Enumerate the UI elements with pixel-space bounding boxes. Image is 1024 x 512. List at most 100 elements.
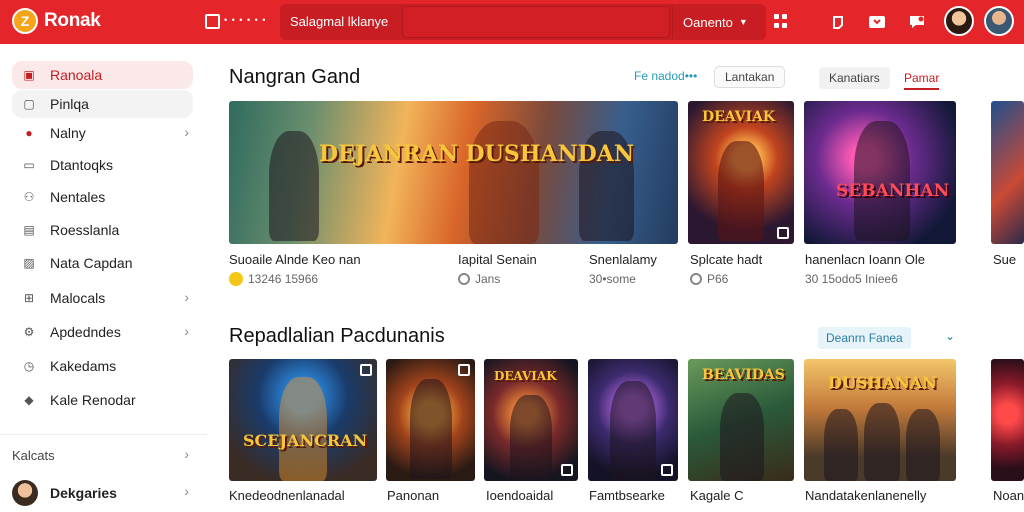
game-card[interactable]: DUSHANAN [804,359,956,481]
game-card-caption[interactable]: Suoaile Alnde Keo nan [229,252,361,267]
document-icon: ▤ [23,223,35,237]
sidebar-item-1[interactable]: ▢ Pinlqa [12,90,193,118]
search-input[interactable] [402,6,670,38]
sidebar: ▣ Ranoala ▢ Pinlqa ● Nalny › ▭ Dtantoqks… [0,44,207,512]
section1-filter-link[interactable]: Fe nadod••• [634,69,697,83]
sidebar-item-label: Dtantoqks [50,157,114,173]
game-card-caption[interactable]: Snenlalamy [589,252,657,267]
game-card-hero[interactable]: DEJANRAN DUSHANDAN [229,101,678,244]
game-card-caption[interactable]: Kagale C [690,488,743,503]
search-category-value: Oanento [683,14,733,30]
game-card-caption[interactable]: Knedeodnenlanadal [229,488,345,503]
corner-icon [360,364,372,376]
sidebar-item-8[interactable]: ⚙ Apdedndes › [12,318,193,346]
clock-icon [690,273,702,285]
sidebar-user[interactable]: Dekgaries › [12,478,193,508]
game-card-meta: 13246 15966 [229,272,318,286]
search-category-select[interactable]: Oanento ▼ [672,6,762,38]
game-card[interactable]: BEAVIDAS [688,359,794,481]
monitor-icon: ▭ [23,158,35,172]
game-card-partial[interactable] [991,101,1024,244]
game-card-title-art: DEJANRAN DUSHANDAN [319,141,634,167]
sidebar-item-2[interactable]: ● Nalny › [12,119,193,147]
home-icon: ▣ [23,68,35,82]
sidebar-user-avatar [12,480,38,506]
sidebar-item-10[interactable]: ◆ Kale Renodar [12,386,193,414]
game-card-title-art: DEAVIAK [494,369,557,383]
game-card[interactable]: SCEJANCRAN [229,359,377,481]
corner-icon [777,227,789,239]
sidebar-footer[interactable]: Kalcats › [12,446,193,463]
game-card-caption[interactable]: Sue [993,252,1016,267]
sidebar-divider [0,434,207,435]
section1-title: Nangran Gand [229,66,361,88]
sidebar-item-4[interactable]: ⚇ Nentales [12,183,193,211]
game-card-title-art: BEAVIDAS [702,367,785,383]
search-label: Salagmal lklanye [290,14,389,29]
image-icon: ▨ [23,256,35,270]
game-card[interactable]: DEAVIAK [688,101,794,244]
sidebar-item-5[interactable]: ▤ Roesslanla [12,216,193,244]
sidebar-item-label: Nalny [50,125,86,141]
game-card-title-art: DEAVIAK [702,109,776,125]
game-card-caption[interactable]: Panonan [387,488,439,503]
app-logo[interactable]: Z Ronak [12,8,101,34]
tab-section1-active[interactable]: Pamar [904,71,940,90]
game-card-caption[interactable]: Nandatakenlanenelly [805,488,926,503]
notifications-icon[interactable] [825,9,851,35]
game-card[interactable]: SEBANHAN [804,101,956,244]
messages-icon[interactable] [864,9,890,35]
tab-section1-gray[interactable]: Kanatiars [819,67,890,89]
game-card-partial[interactable] [991,359,1024,481]
sidebar-item-7[interactable]: ⊞ Malocals › [12,284,193,312]
game-card[interactable]: DEAVIAK [484,359,578,481]
game-card-meta-text: P66 [707,272,729,286]
sidebar-item-3[interactable]: ▭ Dtantoqks [12,151,193,179]
sidebar-item-6[interactable]: ▨ Nata Capdan [12,249,193,277]
chat-icon[interactable] [904,9,930,35]
game-card-caption[interactable]: Iapital Senain [458,252,537,267]
chevron-right-icon: › [184,124,189,140]
clock-icon: ◷ [23,359,35,373]
chevron-down-icon[interactable]: ⌄ [945,329,955,343]
chevron-down-icon: ▼ [738,17,748,27]
game-card-meta: Jans [458,272,500,286]
apps-grid-icon[interactable] [774,14,788,28]
game-card-meta-text: Jans [475,272,501,286]
section1-pill-button[interactable]: Lantakan [714,66,786,88]
corner-icon [458,364,470,376]
game-card-caption[interactable]: hanenlacn Ioann Ole [805,252,925,267]
game-card-caption[interactable]: Splcate hadt [690,252,762,267]
game-card[interactable] [386,359,475,481]
sidebar-item-9[interactable]: ◷ Kakedams [12,352,193,380]
game-card-caption[interactable]: Famtbsearke [589,488,665,503]
game-card-meta: 30 15odo5 Iniee6 [805,272,898,286]
sidebar-item-label: Roesslanla [50,222,120,238]
secondary-avatar[interactable] [984,6,1014,36]
search-bar: Salagmal lklanye Oanento ▼ [280,4,766,40]
sidebar-footer-label: Kalcats [12,448,55,463]
emoji-icon [229,272,243,286]
sidebar-item-label: Malocals [50,290,106,306]
grid-icon: ⊞ [23,291,35,305]
window-icon[interactable] [202,11,222,31]
game-card-caption[interactable]: Ioendoaidal [486,488,553,503]
section2-title: Repadlalian Pacdunanis [229,325,445,347]
chevron-right-icon: › [184,483,189,499]
top-bar: Z Ronak • • • • • • Salagmal lklanye Oan… [0,0,1024,44]
user-avatar[interactable] [944,6,974,36]
square-icon: ▢ [23,97,35,111]
section2-filter-badge[interactable]: Deanrn Fanea [818,327,911,349]
game-card-title-art: SEBANHAN [836,181,950,201]
clock-icon [458,273,470,285]
game-card-caption[interactable]: Noan [993,488,1024,503]
game-card-meta-text: 13246 15966 [248,272,319,286]
game-card-meta: P66 [690,272,728,286]
sidebar-item-label: Kale Renodar [50,392,136,408]
sidebar-item-0[interactable]: ▣ Ranoala [12,61,193,89]
chevron-right-icon: › [184,289,189,305]
header-dots: • • • • • • [224,15,267,25]
sidebar-user-name: Dekgaries [50,485,117,501]
people-icon: ⚇ [23,190,35,204]
game-card[interactable] [588,359,678,481]
